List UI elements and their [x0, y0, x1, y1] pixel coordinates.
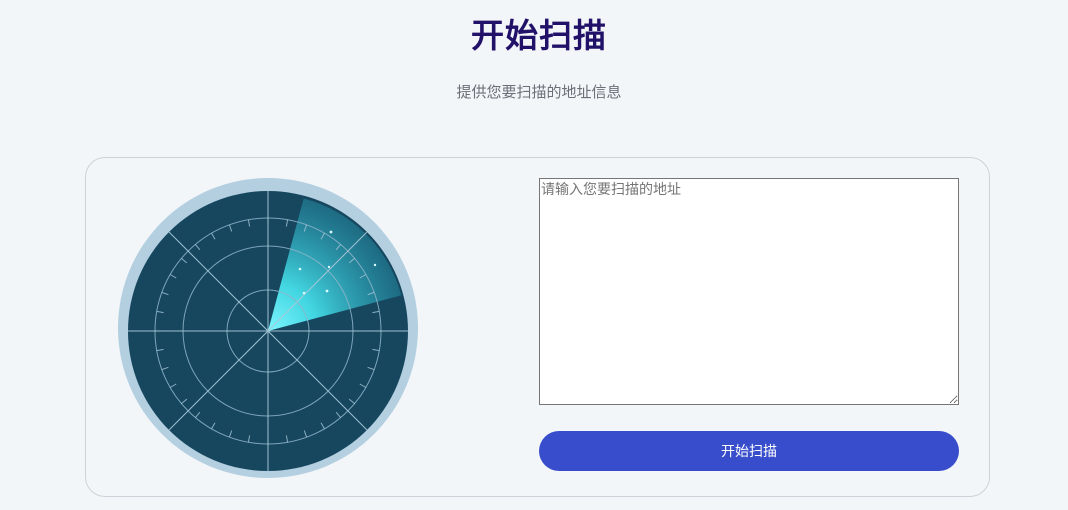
page-subtitle: 提供您要扫描的地址信息: [456, 83, 622, 101]
start-scan-button[interactable]: 开始扫描: [539, 431, 959, 471]
page-title: 开始扫描: [471, 16, 607, 55]
address-input[interactable]: [539, 178, 959, 405]
radar-icon: [118, 178, 418, 478]
